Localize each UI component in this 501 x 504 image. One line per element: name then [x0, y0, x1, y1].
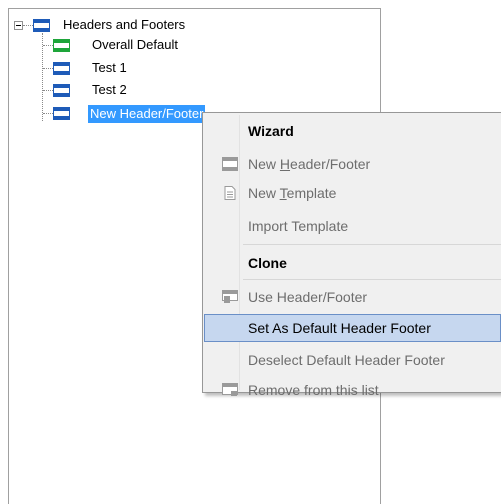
tree-root-label[interactable]: Headers and Footers — [61, 16, 187, 34]
menu-separator — [243, 244, 501, 245]
menu-item-use-header-footer[interactable]: Use Header/Footer — [205, 283, 501, 311]
document-icon — [224, 186, 236, 200]
menu-item-import-template[interactable]: Import Template — [205, 212, 501, 240]
menu-item-deselect-default[interactable]: Deselect Default Header Footer — [205, 346, 501, 374]
menu-item-new-template[interactable]: New Template — [205, 179, 501, 207]
header-footer-icon — [53, 107, 70, 120]
header-footer-icon — [222, 157, 238, 171]
tree-connector — [42, 33, 43, 121]
header-footer-icon — [53, 62, 70, 75]
collapse-toggle[interactable] — [14, 21, 23, 30]
default-header-footer-icon — [53, 39, 70, 52]
tree-item-test-1[interactable]: Test 1 — [90, 59, 129, 77]
header-footer-icon — [53, 84, 70, 97]
tree-connector — [43, 90, 53, 91]
menu-item-label: Remove from this list — [248, 382, 379, 398]
menu-item-remove[interactable]: Remove from this list — [205, 376, 501, 404]
remove-icon — [222, 383, 238, 396]
menu-item-label: Deselect Default Header Footer — [248, 352, 445, 368]
menu-item-label: Import Template — [248, 218, 349, 234]
tree-item-overall-default[interactable]: Overall Default — [90, 36, 180, 54]
menu-separator — [243, 279, 501, 280]
menu-item-label: Set As Default Header Footer — [248, 320, 431, 336]
tree-item-test-2[interactable]: Test 2 — [90, 81, 129, 99]
menu-item-label: New Template — [248, 185, 337, 201]
tree-connector — [43, 45, 53, 46]
context-menu: Wizard New Header/Footer New Template Im… — [202, 112, 501, 398]
tree-item-new-header-footer[interactable]: New Header/Footer — [88, 105, 206, 123]
menu-item-wizard[interactable]: Wizard — [205, 117, 501, 145]
tree-connector — [43, 113, 53, 114]
header-footer-icon — [33, 19, 50, 32]
menu-item-label: Use Header/Footer — [248, 289, 368, 305]
menu-item-label: Wizard — [248, 123, 294, 139]
menu-item-label: Clone — [248, 255, 287, 271]
menu-item-set-as-default[interactable]: Set As Default Header Footer — [204, 314, 501, 342]
menu-item-label: New Header/Footer — [248, 156, 371, 172]
menu-item-clone[interactable]: Clone — [205, 249, 501, 277]
apply-header-footer-icon — [222, 290, 238, 303]
menu-item-new-header-footer[interactable]: New Header/Footer — [205, 150, 501, 178]
tree-connector — [23, 25, 33, 26]
tree-connector — [43, 68, 53, 69]
